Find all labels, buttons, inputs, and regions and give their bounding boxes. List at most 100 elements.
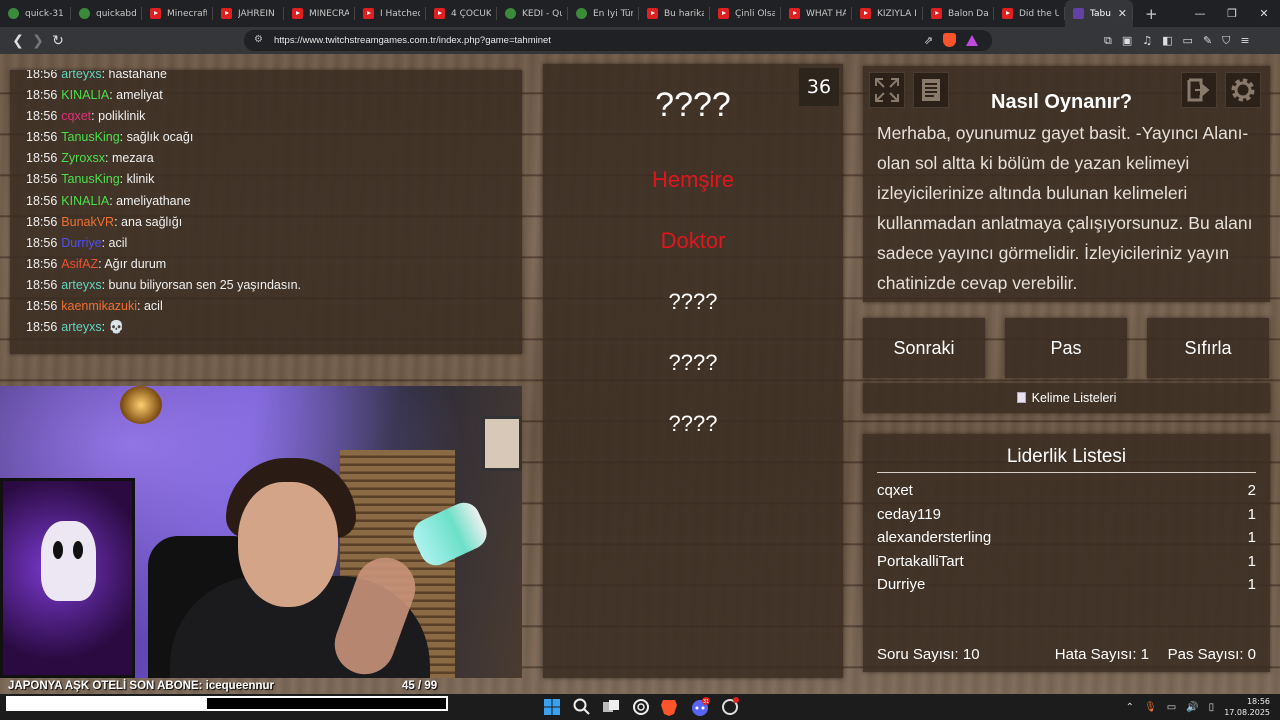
browser-tab[interactable]: Minecraft <box>142 0 213 27</box>
microphone-icon[interactable]: 🎙 <box>1144 702 1157 713</box>
browser-tab[interactable]: I Hatched <box>355 0 426 27</box>
browser-tab[interactable]: Did the Un <box>994 0 1065 27</box>
maximize-icon[interactable]: ❐ <box>1216 0 1248 27</box>
tab-label: 4 ÇOCUK \ <box>451 8 491 19</box>
chat-text: : klinik <box>119 172 155 187</box>
chat-text: : ameliyat <box>109 88 163 103</box>
logout-button[interactable] <box>1181 72 1217 108</box>
reload-icon[interactable]: ↻ <box>48 33 68 49</box>
reader-icon[interactable]: ✎ <box>1203 34 1212 47</box>
leaderboard-divider <box>877 472 1256 473</box>
fullscreen-icon <box>875 78 899 102</box>
chat-text: : ana sağlığı <box>114 214 183 229</box>
extensions-icon[interactable]: ⧉ <box>1104 34 1112 48</box>
chat-username[interactable]: Durriye <box>61 236 101 250</box>
chat-message: 18:56 AsifAZ: Ağır durum <box>26 254 522 275</box>
chat-username[interactable]: cqxet <box>61 109 91 123</box>
discord-icon[interactable]: 31 <box>690 697 710 717</box>
browser-tab[interactable]: KEDİ - Quiz <box>497 0 568 27</box>
brave-shield-icon[interactable] <box>943 33 956 47</box>
browser-tab[interactable]: Balon Data <box>923 0 994 27</box>
notes-button[interactable] <box>913 72 949 108</box>
chevron-up-icon[interactable]: ⌃ <box>1126 702 1134 713</box>
chat-message: 18:56 arteyxs: 💀 <box>26 317 522 338</box>
screenshot-icon[interactable]: ▣ <box>1122 34 1132 47</box>
chat-username[interactable]: Zyroxsx <box>61 151 105 165</box>
browser-tab[interactable]: 4 ÇOCUK \ <box>426 0 497 27</box>
close-tab-icon[interactable]: ✕ <box>1118 7 1127 20</box>
tab-active[interactable]: Tabu ✕ <box>1065 0 1133 27</box>
leaderboard-score: 1 <box>1247 552 1256 570</box>
new-tab-button[interactable]: + <box>1145 5 1158 23</box>
share-icon[interactable]: ⇗ <box>924 34 933 47</box>
address-toolbar: ❮ ❯ ↻ ⊓ ⚙ https://www.twitchstreamgames.… <box>0 27 1280 54</box>
site-icon <box>576 8 587 19</box>
browser-tab[interactable]: KIZIYLA İR <box>852 0 923 27</box>
browser-tab[interactable]: Bu harika f <box>639 0 710 27</box>
tab-label: I Hatched <box>380 8 420 19</box>
target-word: ???? <box>655 86 731 124</box>
brave-rewards-icon[interactable] <box>966 34 978 46</box>
browser-tab[interactable]: MİNECRAF <box>284 0 355 27</box>
settings-button[interactable] <box>1225 72 1261 108</box>
task-view-icon[interactable] <box>601 697 621 717</box>
tab-label: MİNECRAF <box>309 8 349 19</box>
chat-username[interactable]: arteyxs <box>61 278 101 292</box>
chat-username[interactable]: KINALIA <box>61 88 109 102</box>
tab-label: KIZIYLA İR <box>877 8 917 19</box>
wallet-icon[interactable]: ▭ <box>1183 34 1193 47</box>
chat-timestamp: 18:56 <box>26 214 58 229</box>
minimize-icon[interactable]: — <box>1184 0 1216 27</box>
hidden-word: ???? <box>668 350 718 375</box>
browser-tab[interactable]: En İyi Türk <box>568 0 639 27</box>
vpn-shield-icon[interactable]: ⛉ <box>1222 34 1230 48</box>
battery-icon[interactable]: ▯ <box>1209 702 1215 713</box>
chat-timestamp: 18:56 <box>26 320 58 335</box>
browser-tab[interactable]: WHAT HAI <box>781 0 852 27</box>
close-window-icon[interactable]: ✕ <box>1248 0 1280 27</box>
brave-browser-icon[interactable] <box>659 697 679 717</box>
chat-text: : ameliyathane <box>109 193 191 208</box>
chat-message: 18:56 KINALIA: ameliyat <box>26 85 522 106</box>
menu-icon[interactable]: ≡ <box>1240 34 1249 47</box>
network-icon[interactable]: ▭ <box>1167 702 1176 713</box>
chat-message: 18:56 cqxet: poliklinik <box>26 106 522 127</box>
clock[interactable]: 18:56 17.08.2025 <box>1224 696 1270 718</box>
browser-tools: ⧉ ▣ ♫ ◧ ▭ ✎ ⛉ ≡ <box>1104 27 1250 54</box>
chatgpt-icon[interactable] <box>631 697 651 717</box>
chat-username[interactable]: AsifAZ <box>61 257 98 271</box>
chat-username[interactable]: arteyxs <box>61 320 101 334</box>
youtube-icon <box>221 8 232 19</box>
steam-icon[interactable] <box>720 697 740 717</box>
leaderboard-name: alexandersterling <box>877 529 992 547</box>
url-text[interactable]: https://www.twitchstreamgames.com.tr/ind… <box>274 35 551 46</box>
browser-tab[interactable]: quickabde <box>71 0 142 27</box>
chat-username[interactable]: KINALIA <box>61 194 109 208</box>
chat-username[interactable]: TanusKing <box>61 172 119 186</box>
chat-username[interactable]: arteyxs <box>61 70 101 81</box>
forbidden-word: Hemşire <box>652 167 734 192</box>
chat-text: : mezara <box>105 151 154 166</box>
windows-start-icon[interactable] <box>542 697 562 717</box>
pass-button[interactable]: Pas <box>1005 318 1127 378</box>
back-icon[interactable]: ❮ <box>8 33 28 49</box>
chat-text: : 💀 <box>101 320 125 335</box>
forward-icon[interactable]: ❯ <box>28 33 48 49</box>
word-lists-button[interactable]: Kelime Listeleri <box>863 383 1270 413</box>
browser-tab[interactable]: quick-31 <box>0 0 71 27</box>
search-icon[interactable] <box>572 697 592 717</box>
media-icon[interactable]: ♫ <box>1142 34 1152 47</box>
chat-username[interactable]: TanusKing <box>61 130 119 144</box>
sidebar-icon[interactable]: ◧ <box>1162 34 1172 47</box>
url-bar[interactable]: ⚙ https://www.twitchstreamgames.com.tr/i… <box>244 30 992 51</box>
chat-timestamp: 18:56 <box>26 256 58 271</box>
site-info-icon[interactable]: ⚙ <box>254 34 263 45</box>
browser-tab[interactable]: Çinli Olsay <box>710 0 781 27</box>
chat-username[interactable]: kaenmikazuki <box>61 299 137 313</box>
volume-icon[interactable]: 🔊 <box>1186 702 1198 713</box>
browser-tab[interactable]: JAHREIN ( <box>213 0 284 27</box>
fullscreen-button[interactable] <box>869 72 905 108</box>
chat-username[interactable]: BunakVR <box>61 215 114 229</box>
next-button[interactable]: Sonraki <box>863 318 985 378</box>
reset-button[interactable]: Sıfırla <box>1147 318 1269 378</box>
